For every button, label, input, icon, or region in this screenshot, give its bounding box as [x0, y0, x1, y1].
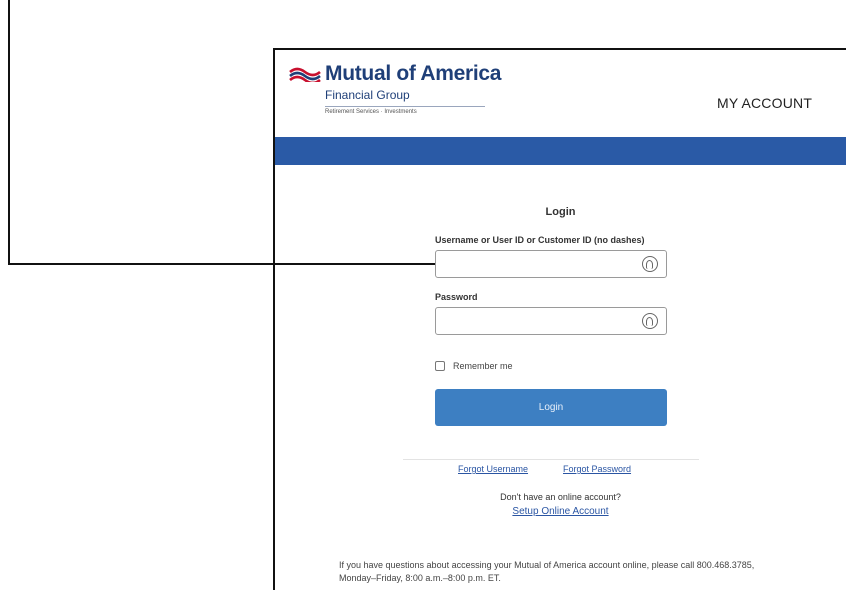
remember-me-row[interactable]: Remember me — [435, 361, 513, 371]
callout-line-vertical — [8, 0, 10, 264]
help-text: If you have questions about accessing yo… — [339, 560, 755, 583]
password-field-box — [435, 307, 667, 335]
username-label: Username or User ID or Customer ID (no d… — [435, 235, 645, 245]
username-field-box — [435, 250, 667, 278]
login-button[interactable]: Login — [435, 389, 667, 426]
brand-logo[interactable]: Mutual of America Financial Group Retire… — [289, 62, 501, 124]
my-account-label: MY ACCOUNT — [717, 95, 813, 111]
remember-me-label[interactable]: Remember me — [453, 361, 513, 371]
username-input[interactable] — [444, 252, 638, 278]
section-divider — [403, 459, 699, 460]
password-label: Password — [435, 292, 478, 302]
logo-divider — [325, 106, 485, 107]
remember-me-checkbox[interactable] — [435, 361, 445, 371]
header-band — [275, 137, 846, 165]
brand-tagline: Retirement Services · Investments — [325, 109, 417, 115]
forgot-username-link[interactable]: Forgot Username — [458, 464, 528, 474]
setup-online-account-link[interactable]: Setup Online Account — [512, 506, 608, 517]
setup-account-row: Setup Online Account — [275, 506, 846, 517]
login-page: Mutual of America Financial Group Retire… — [275, 50, 846, 590]
brand-subtitle: Financial Group — [325, 88, 410, 102]
password-reveal-icon[interactable] — [642, 256, 658, 272]
login-title: Login — [545, 206, 576, 218]
flag-logo-icon — [289, 67, 321, 82]
no-account-text: Don't have an online account? — [500, 492, 621, 502]
brand-name: Mutual of America — [325, 62, 502, 85]
forgot-password-link[interactable]: Forgot Password — [563, 464, 631, 474]
password-input[interactable] — [444, 309, 638, 335]
password-reveal-icon[interactable] — [642, 313, 658, 329]
